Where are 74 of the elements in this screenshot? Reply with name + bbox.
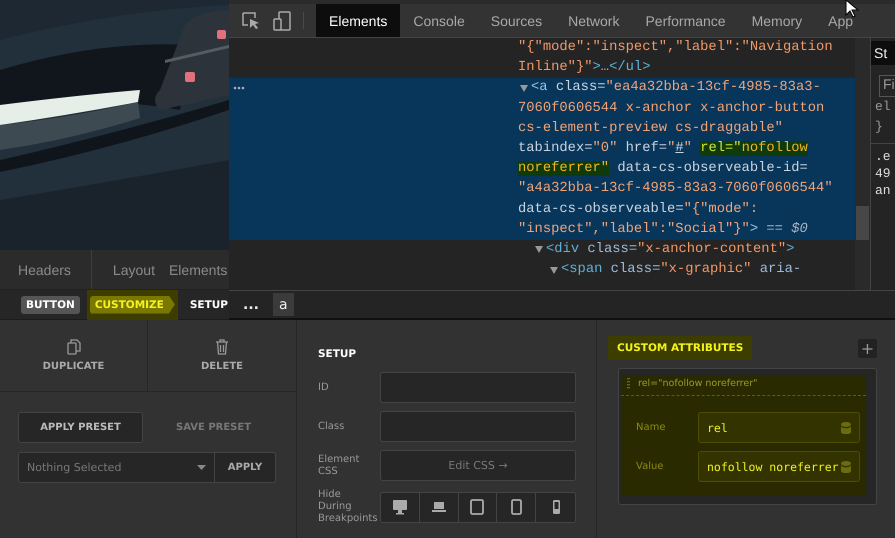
input-field[interactable]: nofollow noreferrer (698, 451, 860, 482)
builder-tab[interactable]: Elements (168, 250, 228, 289)
action-button[interactable]: DUPLICATE (0, 320, 148, 391)
builder-tab[interactable]: Layout (112, 250, 155, 289)
input-field[interactable]: rel (698, 412, 860, 443)
styles-tab[interactable]: St (871, 41, 895, 65)
style-rule-text: .e (871, 143, 895, 165)
dom-node-row[interactable]: <div class="x-anchor-content"> (229, 240, 855, 260)
devtools-tab[interactable]: Memory (738, 4, 816, 37)
style-rule-text: el (874, 98, 892, 116)
dom-node-row[interactable]: "{"mode":"inspect","label":"Navigation Inline"}">…</ul> (229, 38, 855, 78)
devtools-tab[interactable]: Elements (316, 4, 400, 37)
code-line: 7060f0606544 x-anchor x-anchor-button (518, 100, 824, 118)
breadcrumb[interactable]: SETUP (184, 296, 233, 314)
section-title: SETUP (318, 348, 356, 360)
field-label: Name (636, 422, 667, 433)
code-line: <div class="x-anchor-content"> (546, 240, 794, 259)
action-button[interactable]: DELETE (148, 320, 296, 391)
device-toolbar-icon[interactable] (273, 10, 291, 30)
dom-node-row[interactable]: <span class="x-graphic" aria- (229, 260, 855, 280)
field-label: Class (318, 420, 346, 432)
field-label: Hide During Breakpoints (318, 489, 379, 525)
breadcrumb[interactable]: CUSTOMIZE (90, 296, 175, 314)
dom-breadcrumb[interactable]: a (272, 293, 294, 316)
input-field[interactable] (380, 372, 576, 403)
desktop-icon[interactable] (390, 498, 409, 516)
preset-select[interactable]: Nothing Selected (19, 453, 215, 482)
breakpoint-toggle-group[interactable] (380, 492, 576, 522)
trash-icon (215, 339, 229, 355)
collapse-arrow-icon[interactable] (550, 266, 558, 274)
code-line: "inspect","label":"Social"}"> == $0 (518, 220, 808, 239)
dom-node-row[interactable] (229, 78, 855, 240)
code-line: tabindex="0" href="#" rel="nofollow (518, 140, 808, 158)
code-line: <a class="ea4a32bba-13cf-4985-83a3- (531, 79, 821, 98)
code-line: "{"mode":"inspect","label":"Navigation (518, 39, 833, 57)
code-line: data-cs-observeable="{"mode": (518, 200, 758, 218)
field-label: ID (318, 382, 330, 394)
code-line: "a4a32bba-13cf-4985-83a3-7060f0606544" (518, 180, 833, 198)
devtools-tab[interactable]: App (815, 4, 866, 37)
field-label: Element CSS (318, 454, 360, 478)
tablet-icon[interactable] (468, 498, 486, 516)
code-line: noreferrer" data-cs-observeable-id= (518, 160, 808, 178)
input-field[interactable] (380, 411, 576, 442)
scrollbar-thumb[interactable] (856, 206, 869, 240)
devtools-tab[interactable]: Network (555, 4, 632, 37)
preset-button[interactable]: SAVE PRESET (151, 412, 276, 443)
dom-breadcrumb[interactable]: ... (237, 293, 265, 316)
mouse-cursor-icon (845, 0, 861, 18)
section-title: CUSTOM ATTRIBUTES (608, 336, 752, 360)
filter-field[interactable]: Fil (879, 75, 895, 97)
drag-handle-icon[interactable] (627, 377, 630, 389)
collapse-arrow-icon[interactable] (520, 84, 528, 92)
code-line: cs-element-preview cs-draggable" (518, 120, 783, 138)
collapse-arrow-icon[interactable] (535, 246, 543, 254)
preset-button[interactable]: APPLY PRESET (18, 412, 144, 443)
attribute-item[interactable]: rel="nofollow noreferrer" Name rel Value nofollow noreferrer (621, 375, 866, 496)
field-label: Value (636, 461, 664, 472)
more-icon[interactable] (233, 86, 245, 90)
devtools-tab[interactable]: Sources (478, 4, 556, 37)
copy-icon (66, 339, 80, 355)
caret-icon (197, 465, 206, 470)
devtools-tab[interactable]: Console (400, 4, 478, 37)
devtools-tab[interactable]: Performance (632, 4, 739, 37)
add-button[interactable]: + (858, 338, 877, 358)
edit-css-button[interactable]: Edit CSS → (380, 450, 576, 481)
apply-button[interactable]: APPLY (215, 453, 275, 482)
style-rule-text: } (874, 118, 884, 136)
breadcrumb[interactable]: BUTTON (21, 296, 80, 314)
code-line: Inline"}">…</ul> (518, 59, 650, 78)
style-rule-text: an (874, 182, 892, 199)
style-rule-text: 49 (874, 165, 892, 182)
inspect-icon[interactable] (241, 10, 261, 30)
code-line: <span class="x-graphic" aria- (561, 261, 802, 280)
attribute-summary: rel="nofollow noreferrer" (638, 378, 758, 388)
